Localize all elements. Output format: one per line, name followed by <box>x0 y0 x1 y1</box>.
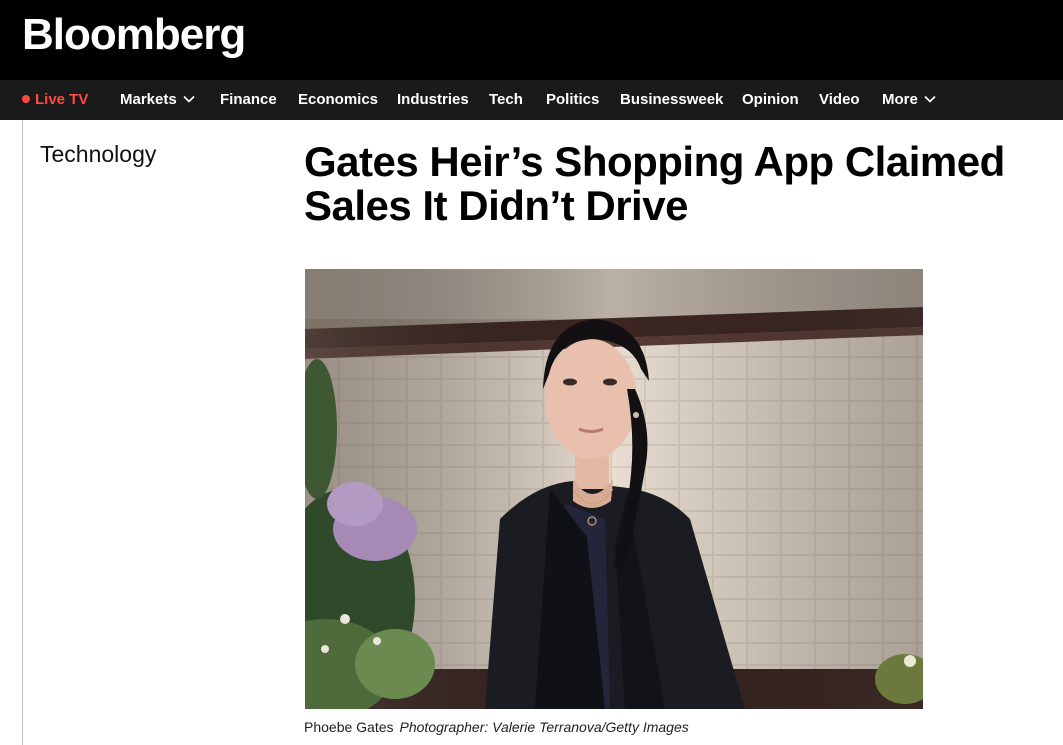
photo-illustration <box>305 269 923 709</box>
nav-economics[interactable]: Economics <box>298 80 378 120</box>
article-photo <box>305 269 923 709</box>
nav-businessweek[interactable]: Businessweek <box>620 80 723 120</box>
photo-caption: Phoebe Gates Photographer: Valerie Terran… <box>304 719 689 735</box>
article-headline: Gates Heir’s Shopping App Claimed Sales … <box>304 138 1005 229</box>
main-nav: Live TV Markets Finance Economics Indust… <box>0 80 1063 120</box>
nav-tech[interactable]: Tech <box>489 80 523 120</box>
nav-finance[interactable]: Finance <box>220 80 277 120</box>
nav-live-label: Live TV <box>35 91 89 108</box>
nav-markets[interactable]: Markets <box>120 80 195 120</box>
nav-markets-label: Markets <box>120 91 177 108</box>
nav-opinion[interactable]: Opinion <box>742 80 799 120</box>
section-label[interactable]: Technology <box>40 141 156 168</box>
caption-subject: Phoebe Gates <box>304 719 394 735</box>
nav-industries[interactable]: Industries <box>397 80 469 120</box>
masthead: Bloomberg <box>0 0 1063 80</box>
bloomberg-logo[interactable]: Bloomberg <box>22 10 246 60</box>
nav-more-label: More <box>882 91 918 108</box>
nav-live-tv[interactable]: Live TV <box>22 80 88 120</box>
nav-video[interactable]: Video <box>819 80 860 120</box>
nav-more[interactable]: More <box>882 80 936 120</box>
chevron-down-icon <box>183 95 195 103</box>
photo-credit: Photographer: Valerie Terranova/Getty Im… <box>399 719 689 735</box>
nav-politics[interactable]: Politics <box>546 80 599 120</box>
chevron-down-icon <box>924 95 936 103</box>
left-divider <box>22 120 23 745</box>
live-dot-icon <box>22 95 30 104</box>
